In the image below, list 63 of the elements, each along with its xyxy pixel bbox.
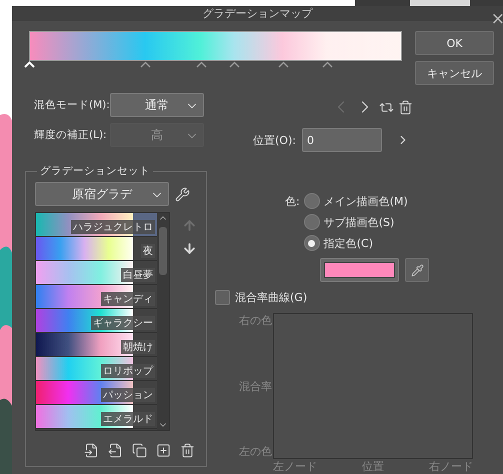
radio-button[interactable] [304,235,320,251]
gradient-list-item[interactable]: 朝焼け [36,333,158,357]
gradient-name: エメラルド [101,412,156,426]
node-marker[interactable] [322,61,334,68]
node-marker[interactable] [196,61,207,68]
field-label: 輝度の補正(L): [33,128,108,142]
export-icon[interactable] [108,443,123,458]
axis-label: 右の色 [239,313,272,328]
axis-label: 右ノード [429,459,473,474]
gradient-set-dropdown[interactable]: 原宿グラデ [35,182,169,206]
node-marker[interactable] [278,61,289,68]
color-fill [324,262,395,278]
field-label: 位置(O): [253,132,296,148]
position-field[interactable]: 0 [302,128,382,152]
radio-label: メイン描画色(M) [324,194,408,208]
field-label: 混色モード(M): [33,98,110,112]
gradient-list-item[interactable]: パッション [36,381,158,405]
import-icon[interactable] [84,443,99,458]
radio-button[interactable] [304,193,320,209]
axis-label: 左の色 [239,444,272,459]
cancel-button[interactable]: キャンセル [415,61,494,85]
gradient-list-item[interactable]: 白昼夢 [36,261,158,285]
down-arrow-icon[interactable] [182,241,197,256]
gradient-list-item[interactable]: ロリポップ [36,357,158,381]
ok-button[interactable]: OK [415,31,494,55]
duplicate-icon[interactable] [132,443,147,458]
gradient-name: パッション [101,388,156,402]
axis-label: 左ノード [273,459,317,474]
group-title: グラデーションセット [39,164,151,178]
gradient-name: ギャラクシー [91,316,156,330]
gradient-name: ロリポップ [101,364,156,378]
gradient-name: キャンディ [101,292,156,306]
gradient-list-item[interactable]: エメラルド [36,405,158,429]
node-marker[interactable] [140,61,151,68]
gradient-list-item[interactable]: 夜 [36,237,158,261]
gradient-name: 白昼夢 [121,268,156,282]
axis-label: 位置 [362,459,384,474]
trash-icon[interactable] [398,100,413,114]
gradient-list-item[interactable]: キャンディ [36,285,158,309]
gradient-list-item[interactable]: ギャラクシー [36,309,158,333]
wrench-icon[interactable] [175,186,190,202]
axis-label: 混合率 [239,378,272,394]
eyedropper-button[interactable] [405,258,429,282]
scrollbar[interactable] [157,213,169,430]
checkbox-label: 混合率曲線(G) [235,290,308,304]
node-marker[interactable] [229,61,240,68]
scroll-thumb[interactable] [159,227,168,275]
gradient-name: 夜 [141,244,156,258]
gradient-name: ハラジュクレトロ [71,220,156,234]
window-title: グラデーションマップ [202,6,312,21]
dropdown[interactable]: 通常 [110,93,204,117]
radio-label: 指定色(C) [324,236,373,250]
close-button[interactable]: × [490,9,503,29]
gradient-name: 朝焼け [121,340,156,354]
checkbox[interactable] [215,290,230,304]
color-swatch[interactable] [320,258,399,282]
add-icon[interactable] [156,443,171,458]
field-label: 色: [285,194,300,208]
radio-label: サブ描画色(S) [324,214,394,230]
gradient-list-item[interactable]: ハラジュクレトロ [36,213,158,237]
eyedropper-icon [410,264,424,276]
radio-button[interactable] [304,214,320,230]
trash-icon[interactable] [180,443,195,458]
